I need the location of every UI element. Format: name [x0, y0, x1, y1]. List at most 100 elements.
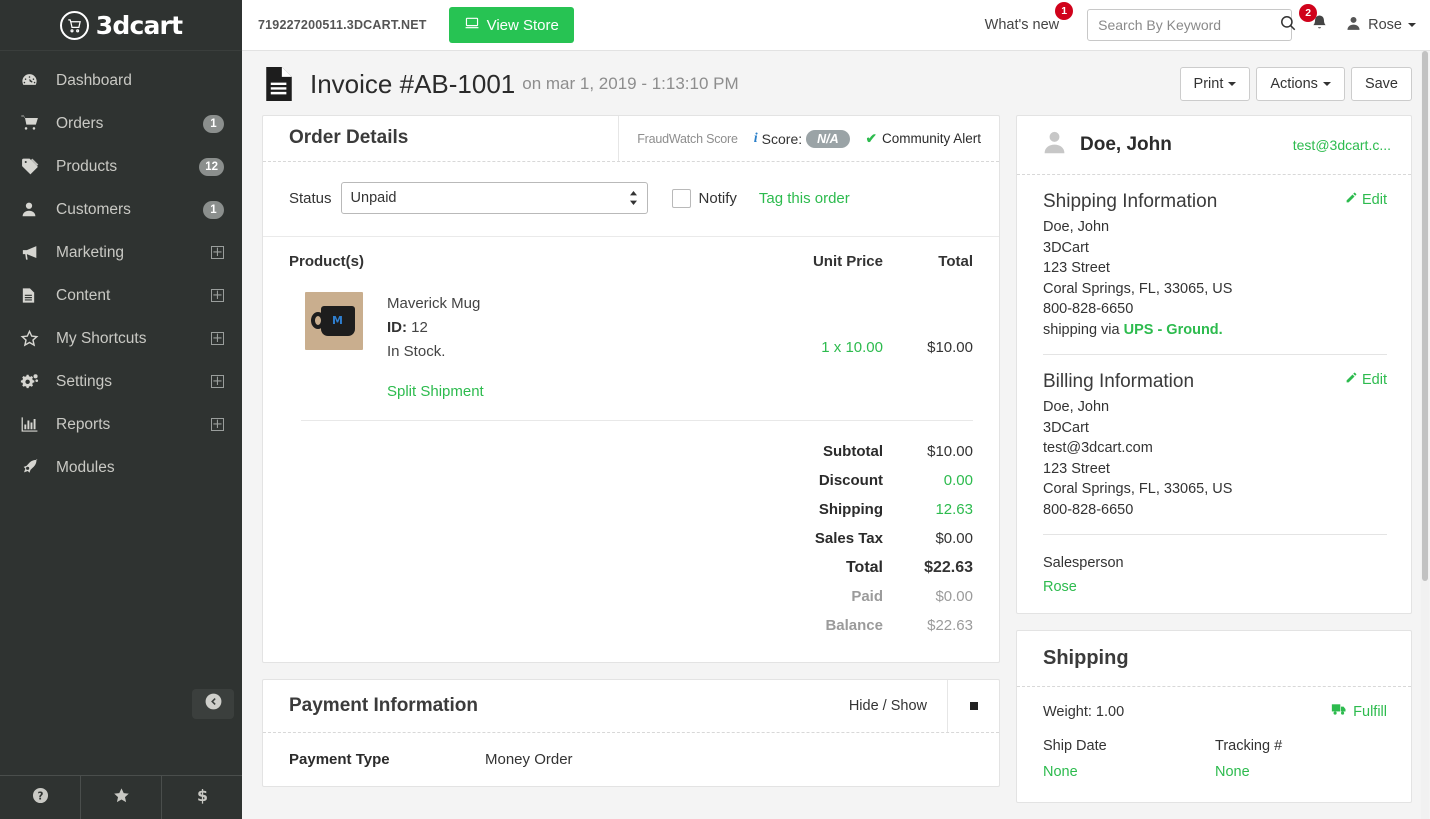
user-menu[interactable]: Rose [1345, 15, 1416, 36]
chevron-down-icon [1228, 82, 1236, 86]
bell-icon [1310, 20, 1329, 37]
billing-button[interactable]: $ [162, 776, 242, 819]
product-id-value: 12 [411, 319, 428, 336]
view-store-button[interactable]: View Store [449, 7, 574, 43]
help-circle-icon: ? [31, 786, 50, 810]
sidebar-item-modules[interactable]: Modules [0, 446, 242, 489]
address-line: Coral Springs, FL, 33065, US [1043, 479, 1387, 500]
shipping-information-block: Shipping Information Edit Doe, John 3DCa… [1017, 175, 1411, 363]
sidebar-item-label: Dashboard [48, 72, 224, 90]
notifications-button[interactable]: 2 [1310, 13, 1329, 38]
ship-date-value[interactable]: None [1043, 764, 1215, 780]
edit-billing-button[interactable]: Edit [1345, 371, 1387, 388]
community-alert-label: Community Alert [882, 131, 981, 146]
address-line: 3DCart [1043, 238, 1387, 259]
favorites-button[interactable] [81, 776, 162, 819]
help-button[interactable]: ? [0, 776, 81, 819]
status-select[interactable]: Unpaid [341, 182, 648, 214]
expand-icon[interactable]: + [211, 289, 224, 302]
sidebar-item-reports[interactable]: Reports + [0, 403, 242, 446]
sidebar-item-settings[interactable]: Settings + [0, 360, 242, 403]
ship-date-column: Ship Date None [1043, 738, 1215, 780]
fulfill-button[interactable]: Fulfill [1331, 703, 1387, 720]
mug-logo-letter: M [332, 314, 343, 327]
page-scrollbar[interactable] [1421, 51, 1429, 819]
search-input[interactable] [1098, 17, 1279, 33]
tracking-label: Tracking # [1215, 738, 1387, 754]
whats-new-link[interactable]: What's new 1 [985, 17, 1068, 33]
expand-icon[interactable]: + [211, 375, 224, 388]
star-icon [20, 329, 48, 348]
view-store-label: View Store [487, 17, 559, 34]
notify-checkbox[interactable] [672, 189, 691, 208]
page-subtitle: on mar 1, 2019 - 1:13:10 PM [522, 74, 738, 94]
tag-order-link[interactable]: Tag this order [759, 190, 850, 207]
sidebar-item-customers[interactable]: Customers 1 [0, 188, 242, 231]
total-value: $0.00 [883, 524, 973, 553]
sidebar-collapse-button[interactable] [192, 689, 234, 719]
brand-logo[interactable]: 3dcart [0, 0, 242, 51]
total-value: $0.00 [883, 582, 973, 611]
pencil-icon [1345, 191, 1358, 208]
save-button[interactable]: Save [1351, 67, 1412, 101]
total-row-subtotal: Subtotal $10.00 [289, 437, 973, 466]
address-line: Doe, John [1043, 397, 1387, 418]
sidebar-item-dashboard[interactable]: Dashboard [0, 59, 242, 102]
product-line-total: $10.00 [883, 292, 973, 356]
sidebar-item-content[interactable]: Content + [0, 274, 242, 317]
edit-label: Edit [1362, 192, 1387, 208]
product-name[interactable]: Maverick Mug [387, 292, 753, 316]
print-label: Print [1194, 76, 1224, 92]
customer-email-link[interactable]: test@3dcart.c... [1293, 137, 1391, 153]
shipping-card-title: Shipping [1043, 647, 1129, 669]
sidebar-item-marketing[interactable]: Marketing + [0, 231, 242, 274]
sidebar-item-my-shortcuts[interactable]: My Shortcuts + [0, 317, 242, 360]
sidebar-nav: Dashboard Orders 1 Products 12 [0, 51, 242, 775]
col-products: Product(s) [289, 253, 753, 270]
arrow-left-circle-icon [204, 692, 223, 716]
actions-button[interactable]: Actions [1256, 67, 1345, 101]
sidebar-item-products[interactable]: Products 12 [0, 145, 242, 188]
total-row-balance: Balance $22.63 [289, 611, 973, 640]
billing-information-title: Billing Information [1043, 371, 1345, 393]
status-select-wrap: Unpaid [341, 182, 648, 214]
edit-label: Edit [1362, 372, 1387, 388]
shipping-card-body: Weight: 1.00 Fulfill Ship Date [1017, 687, 1411, 802]
actions-label: Actions [1270, 76, 1318, 92]
edit-shipping-button[interactable]: Edit [1345, 191, 1387, 208]
print-button[interactable]: Print [1180, 67, 1251, 101]
search-box[interactable] [1087, 9, 1292, 41]
pencil-icon [1345, 371, 1358, 388]
expand-icon[interactable]: + [211, 246, 224, 259]
collapse-payment-button[interactable] [947, 680, 999, 732]
tracking-value[interactable]: None [1215, 764, 1387, 780]
expand-icon[interactable]: + [211, 332, 224, 345]
community-alert[interactable]: ✔ Community Alert [866, 131, 981, 147]
search-icon[interactable] [1279, 14, 1297, 37]
score-label: Score: [762, 131, 802, 147]
products-table: Product(s) Unit Price Total M Mave [263, 237, 999, 421]
product-qty: 1 x [821, 339, 841, 356]
expand-icon[interactable]: + [211, 418, 224, 431]
salesperson-value[interactable]: Rose [1043, 579, 1387, 595]
customer-card: Doe, John test@3dcart.c... Shipping Info… [1016, 115, 1412, 614]
total-value: $22.63 [883, 553, 973, 582]
scrollbar-thumb[interactable] [1422, 51, 1428, 581]
split-shipment-link[interactable]: Split Shipment [387, 380, 484, 404]
sidebar-footer: ? $ [0, 775, 242, 819]
product-thumbnail[interactable]: M [305, 292, 363, 350]
sidebar-item-label: Modules [48, 459, 224, 477]
fraud-score: i Score: N/A [754, 130, 850, 148]
hide-show-link[interactable]: Hide / Show [849, 680, 947, 732]
sidebar-item-orders[interactable]: Orders 1 [0, 102, 242, 145]
info-icon[interactable]: i [754, 131, 758, 147]
shipping-information-title: Shipping Information [1043, 191, 1345, 213]
tracking-column: Tracking # None [1215, 738, 1387, 780]
total-row-discount: Discount 0.00 [289, 466, 973, 495]
address-line: 123 Street [1043, 459, 1387, 480]
total-label: Discount [753, 466, 883, 495]
total-value: $22.63 [883, 611, 973, 640]
shipping-address-lines: Doe, John 3DCart 123 Street Coral Spring… [1043, 217, 1387, 340]
app-root: 3dcart Dashboard Orders 1 [0, 0, 1430, 819]
product-unit-price: 1 x 10.00 [753, 292, 883, 356]
